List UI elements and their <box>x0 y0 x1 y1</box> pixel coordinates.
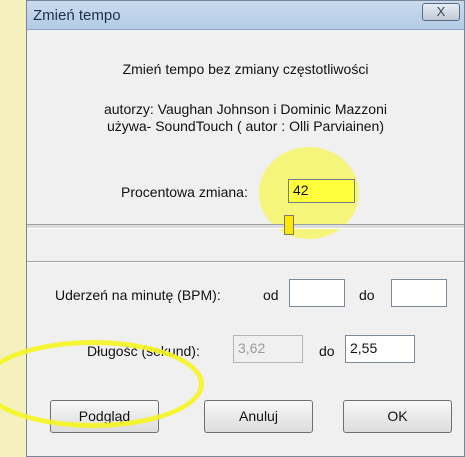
length-label: Długość (sekund): <box>87 343 200 359</box>
separator-line <box>27 261 464 263</box>
length-to-input[interactable]: 2,55 <box>345 335 415 363</box>
dialog-client-area: Zmień tempo bez zmiany częstotliwości au… <box>27 29 464 456</box>
window-title: Zmień tempo <box>33 7 121 24</box>
percent-change-input[interactable]: 42 <box>288 179 355 203</box>
tempo-slider-thumb[interactable] <box>284 215 295 235</box>
authors-text: autorzy: Vaughan Johnson i Dominic Mazzo… <box>103 101 387 117</box>
bpm-from-input[interactable] <box>289 279 345 307</box>
dialog-heading: Zmień tempo bez zmiany częstotliwości <box>122 61 369 77</box>
length-to-label: do <box>319 343 335 359</box>
tempo-slider-track[interactable] <box>27 224 464 229</box>
percent-change-label: Procentowa zmiana: <box>121 184 248 200</box>
soundtouch-text: używa- SoundTouch ( autor : Olli Parviai… <box>106 118 385 134</box>
ok-button[interactable]: OK <box>343 400 452 433</box>
preview-button[interactable]: Podgląd <box>50 400 159 433</box>
cancel-button[interactable]: Anuluj <box>204 400 313 433</box>
change-tempo-dialog: Zmień tempo X Zmień tempo bez zmiany czę… <box>26 0 465 457</box>
length-from-input: 3,62 <box>233 335 303 363</box>
title-bar[interactable]: Zmień tempo X <box>27 1 464 30</box>
bpm-to-input[interactable] <box>391 279 447 307</box>
bpm-to-label: do <box>359 287 375 303</box>
bpm-from-label: od <box>263 287 279 303</box>
close-icon: X <box>436 4 446 19</box>
bpm-label: Uderzeń na minutę (BPM): <box>55 287 221 303</box>
close-button[interactable]: X <box>422 3 460 21</box>
